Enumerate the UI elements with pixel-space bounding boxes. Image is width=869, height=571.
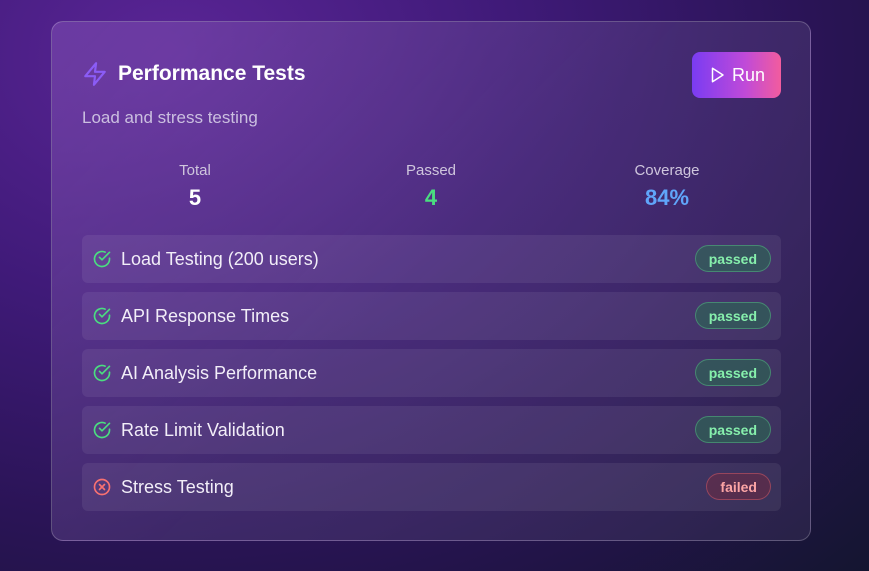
check-circle-icon bbox=[93, 421, 111, 439]
test-row[interactable]: Rate Limit Validation passed bbox=[82, 406, 781, 454]
status-badge: failed bbox=[706, 473, 771, 500]
stat-passed-value: 4 bbox=[424, 185, 438, 210]
status-badge: passed bbox=[694, 245, 771, 272]
zap-icon bbox=[84, 62, 106, 86]
check-circle-icon bbox=[93, 250, 111, 268]
test-row[interactable]: AI Analysis Performance passed bbox=[82, 349, 781, 397]
stat-coverage-label: Coverage bbox=[634, 162, 700, 179]
card-title: Performance Tests bbox=[118, 62, 306, 85]
check-circle-icon bbox=[93, 364, 111, 382]
stat-passed: Passed 4 bbox=[331, 162, 531, 211]
test-list: Load Testing (200 users) passed API Resp… bbox=[82, 235, 781, 520]
test-name: Load Testing (200 users) bbox=[121, 248, 319, 269]
stat-total-value: 5 bbox=[188, 185, 202, 210]
test-name: API Response Times bbox=[121, 305, 290, 326]
run-button-label: Run bbox=[731, 64, 766, 85]
stat-coverage-value: 84% bbox=[644, 185, 690, 210]
status-badge: passed bbox=[694, 359, 771, 386]
test-row[interactable]: API Response Times passed bbox=[82, 292, 781, 340]
performance-tests-card: Performance Tests Load and stress testin… bbox=[51, 21, 811, 541]
status-badge: passed bbox=[694, 416, 771, 443]
card-header: Performance Tests bbox=[82, 61, 306, 87]
stat-coverage: Coverage 84% bbox=[567, 162, 767, 211]
test-row[interactable]: Stress Testing failed bbox=[82, 463, 781, 511]
x-circle-icon bbox=[93, 478, 111, 496]
stat-total-label: Total bbox=[179, 162, 211, 179]
stat-total: Total 5 bbox=[95, 162, 295, 211]
test-name: Rate Limit Validation bbox=[121, 419, 285, 440]
test-row[interactable]: Load Testing (200 users) passed bbox=[82, 235, 781, 283]
run-button[interactable]: Run bbox=[692, 52, 781, 98]
stat-passed-label: Passed bbox=[405, 162, 457, 179]
status-badge: passed bbox=[694, 302, 771, 329]
check-circle-icon bbox=[93, 307, 111, 325]
test-name: AI Analysis Performance bbox=[121, 362, 318, 383]
card-subtitle: Load and stress testing bbox=[82, 108, 258, 127]
test-name: Stress Testing bbox=[121, 476, 234, 497]
play-icon bbox=[711, 67, 724, 83]
